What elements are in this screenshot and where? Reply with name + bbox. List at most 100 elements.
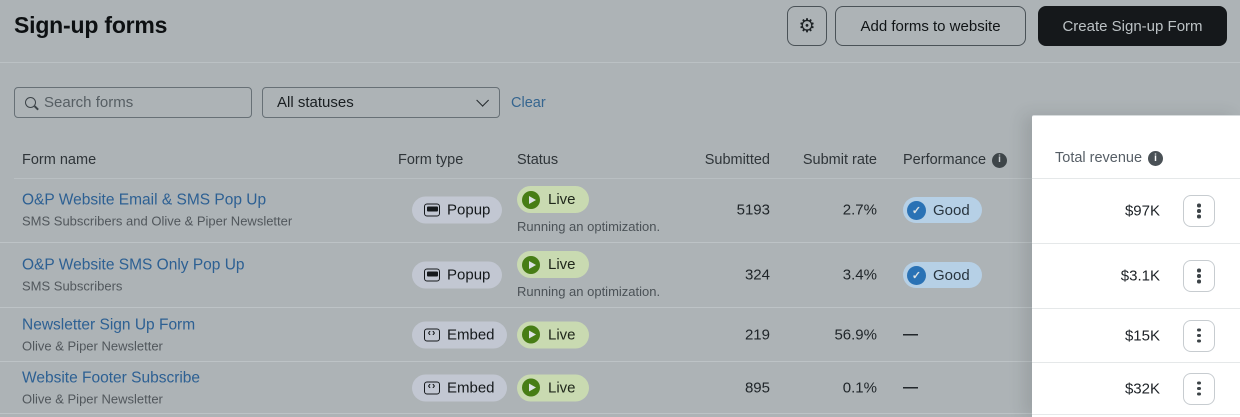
- total-revenue-header-label: Total revenue: [1055, 150, 1142, 166]
- form-subtitle: SMS Subscribers: [22, 279, 245, 294]
- column-header-form-name: Form name: [22, 152, 96, 168]
- form-type-cell: Embed: [412, 374, 507, 401]
- status-label: Live: [548, 379, 576, 396]
- search-icon: [25, 97, 36, 108]
- column-header-total-revenue: Total revenue i: [1032, 116, 1240, 179]
- status-cell: Live: [517, 321, 589, 348]
- embed-icon: [424, 328, 440, 341]
- check-icon: ✓: [907, 201, 926, 220]
- settings-button[interactable]: ⚙: [787, 6, 827, 46]
- kebab-icon: [1197, 209, 1201, 213]
- submit-rate-value: 0.1%: [843, 379, 877, 396]
- form-type-label: Embed: [447, 379, 495, 396]
- play-icon: [522, 326, 540, 344]
- performance-cell: ✓ Good: [903, 197, 982, 223]
- submit-rate-value: 56.9%: [834, 326, 877, 343]
- total-revenue-highlight-panel: Total revenue i $97K $3.1K $15K $32K: [1032, 115, 1240, 417]
- revenue-row: $3.1K: [1032, 244, 1240, 309]
- column-header-status: Status: [517, 152, 558, 168]
- form-type-badge: Embed: [412, 321, 507, 348]
- performance-good-badge: ✓ Good: [903, 262, 982, 288]
- live-status-badge: Live: [517, 186, 589, 213]
- search-input[interactable]: [44, 94, 224, 111]
- form-type-badge: Embed: [412, 374, 507, 401]
- submit-rate-value: 2.7%: [843, 202, 877, 219]
- submitted-value: 5193: [737, 202, 770, 219]
- performance-cell: —: [903, 326, 917, 344]
- form-type-label: Popup: [447, 267, 490, 284]
- performance-label: Good: [933, 267, 970, 284]
- status-note: Running an optimization.: [517, 219, 660, 234]
- status-cell: Live: [517, 374, 589, 401]
- search-forms-box[interactable]: [14, 87, 252, 118]
- row-actions-button[interactable]: [1183, 195, 1215, 227]
- total-revenue-value: $15K: [1125, 327, 1160, 344]
- form-name-link[interactable]: O&P Website SMS Only Pop Up: [22, 257, 245, 275]
- form-name-cell: O&P Website SMS Only Pop Up SMS Subscrib…: [22, 257, 245, 294]
- total-revenue-value: $97K: [1125, 203, 1160, 220]
- performance-empty-dash: —: [903, 326, 917, 343]
- add-forms-to-website-button[interactable]: Add forms to website: [835, 6, 1026, 46]
- performance-cell: ✓ Good: [903, 262, 982, 288]
- revenue-row: $97K: [1032, 179, 1240, 244]
- form-name-link[interactable]: O&P Website Email & SMS Pop Up: [22, 192, 292, 210]
- performance-empty-dash: —: [903, 379, 917, 396]
- form-name-cell: Website Footer Subscribe Olive & Piper N…: [22, 369, 200, 406]
- status-label: Live: [548, 191, 576, 208]
- chevron-down-icon: [476, 94, 489, 107]
- info-icon[interactable]: i: [1148, 151, 1163, 166]
- popup-icon: [424, 269, 440, 282]
- kebab-icon: [1197, 387, 1201, 391]
- column-header-performance: Performance i: [903, 152, 1007, 168]
- gear-icon: ⚙: [798, 17, 815, 36]
- form-name-cell: O&P Website Email & SMS Pop Up SMS Subsc…: [22, 192, 292, 229]
- clear-filters-link[interactable]: Clear: [511, 87, 546, 118]
- play-icon: [522, 191, 540, 209]
- submit-rate-value: 3.4%: [843, 267, 877, 284]
- popup-icon: [424, 204, 440, 217]
- submitted-value: 219: [745, 326, 770, 343]
- live-status-badge: Live: [517, 321, 589, 348]
- signup-forms-page: Sign-up forms ⚙ Add forms to website Cre…: [0, 0, 1240, 417]
- revenue-row: $32K: [1032, 363, 1240, 415]
- kebab-icon: [1197, 274, 1201, 278]
- form-name-cell: Newsletter Sign Up Form Olive & Piper Ne…: [22, 316, 195, 353]
- form-subtitle: Olive & Piper Newsletter: [22, 338, 195, 353]
- form-type-label: Popup: [447, 202, 490, 219]
- form-subtitle: SMS Subscribers and Olive & Piper Newsle…: [22, 214, 292, 229]
- submitted-value: 895: [745, 379, 770, 396]
- submitted-value: 324: [745, 267, 770, 284]
- form-subtitle: Olive & Piper Newsletter: [22, 391, 200, 406]
- status-cell: Live Running an optimization.: [517, 251, 660, 299]
- form-name-link[interactable]: Newsletter Sign Up Form: [22, 316, 195, 334]
- play-icon: [522, 379, 540, 397]
- row-actions-button[interactable]: [1183, 260, 1215, 292]
- form-type-label: Embed: [447, 326, 495, 343]
- column-header-submit-rate: Submit rate: [803, 152, 877, 168]
- row-actions-button[interactable]: [1183, 320, 1215, 352]
- info-icon[interactable]: i: [992, 153, 1007, 168]
- performance-cell: —: [903, 379, 917, 397]
- status-cell: Live Running an optimization.: [517, 186, 660, 234]
- check-icon: ✓: [907, 266, 926, 285]
- create-signup-form-button[interactable]: Create Sign-up Form: [1038, 6, 1227, 46]
- status-label: Live: [548, 326, 576, 343]
- column-header-form-type: Form type: [398, 152, 463, 168]
- form-type-cell: Embed: [412, 321, 507, 348]
- kebab-icon: [1197, 334, 1201, 338]
- embed-icon: [424, 381, 440, 394]
- total-revenue-value: $32K: [1125, 380, 1160, 397]
- form-type-badge: Popup: [412, 197, 502, 224]
- status-filter-value: All statuses: [277, 94, 354, 111]
- header-divider: [0, 62, 1240, 63]
- performance-good-badge: ✓ Good: [903, 197, 982, 223]
- status-filter-dropdown[interactable]: All statuses: [262, 87, 500, 118]
- row-actions-button[interactable]: [1183, 373, 1215, 405]
- column-header-submitted: Submitted: [705, 152, 770, 168]
- form-type-badge: Popup: [412, 262, 502, 289]
- form-type-cell: Popup: [412, 262, 502, 289]
- performance-label: Good: [933, 202, 970, 219]
- form-name-link[interactable]: Website Footer Subscribe: [22, 369, 200, 387]
- total-revenue-value: $3.1K: [1121, 268, 1160, 285]
- play-icon: [522, 256, 540, 274]
